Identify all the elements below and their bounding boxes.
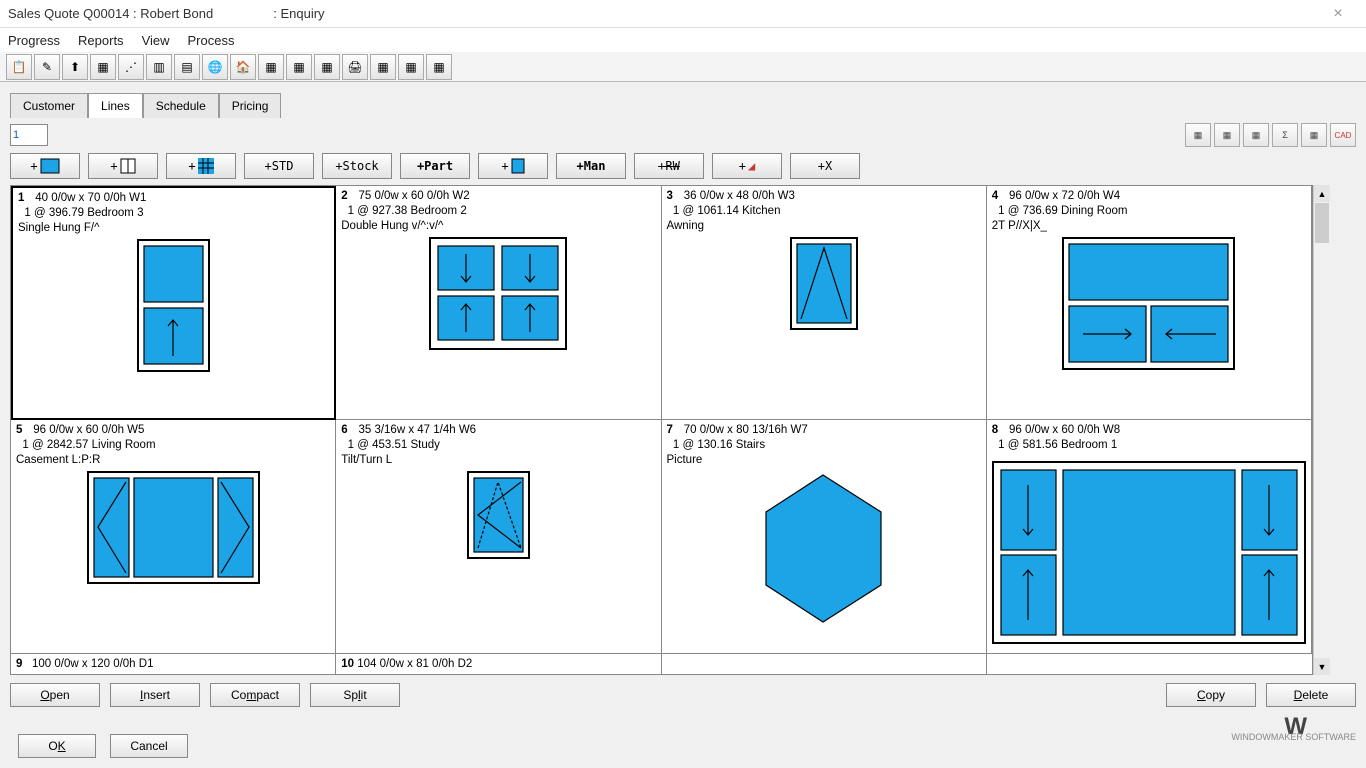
view-icon-5[interactable]: ▦	[1301, 123, 1327, 147]
menu-progress[interactable]: Progress	[8, 33, 60, 48]
line-cell-3[interactable]: 3 36 0/0w x 48 0/0h W3 1 @ 1061.14 Kitch…	[662, 186, 987, 420]
view-icon-1[interactable]: ▦	[1185, 123, 1211, 147]
add-part[interactable]: +Part	[400, 153, 470, 179]
line-cell-5[interactable]: 5 96 0/0w x 60 0/0h W5 1 @ 2842.57 Livin…	[11, 420, 336, 654]
title-right: : Enquiry	[273, 6, 324, 21]
toolbar-btn-8[interactable]: 🌐	[202, 54, 228, 80]
add-rw[interactable]: +RW	[634, 153, 704, 179]
line-number-input[interactable]	[10, 124, 48, 146]
tabs: Customer Lines Schedule Pricing	[10, 92, 1356, 117]
add-design-2[interactable]: +	[88, 153, 158, 179]
view-icon-2[interactable]: ▦	[1214, 123, 1240, 147]
view-icon-3[interactable]: ▦	[1243, 123, 1269, 147]
line-cell-7[interactable]: 7 70 0/0w x 80 13/16h W7 1 @ 130.16 Stai…	[662, 420, 987, 654]
view-icons: ▦ ▦ ▦ Σ ▦ CAD	[1185, 123, 1356, 147]
toolbar-btn-3[interactable]: ⬆	[62, 54, 88, 80]
line-cell-empty-2	[987, 654, 1312, 674]
insert-button[interactable]: Insert	[110, 683, 200, 707]
toolbar-btn-5[interactable]: ⋰	[118, 54, 144, 80]
line-cell-2[interactable]: 2 75 0/0w x 60 0/0h W2 1 @ 927.38 Bedroo…	[336, 186, 661, 420]
toolbar-btn-2[interactable]: ✎	[34, 54, 60, 80]
menubar: Progress Reports View Process	[0, 28, 1366, 52]
toolbar-btn-9[interactable]: 🏠	[230, 54, 256, 80]
copy-button[interactable]: Copy	[1166, 683, 1256, 707]
tab-lines[interactable]: Lines	[88, 93, 143, 118]
add-stock[interactable]: +Stock	[322, 153, 392, 179]
add-design-3[interactable]: +	[478, 153, 548, 179]
lines-grid: 1 40 0/0w x 70 0/0h W1 1 @ 396.79 Bedroo…	[10, 185, 1313, 675]
open-button[interactable]: Open	[10, 683, 100, 707]
menu-view[interactable]: View	[142, 33, 170, 48]
toolbar-btn-4[interactable]: ▦	[90, 54, 116, 80]
toolbar-btn-11[interactable]: ▦	[286, 54, 312, 80]
add-flag[interactable]: + ◢	[712, 153, 782, 179]
tab-pricing[interactable]: Pricing	[219, 93, 282, 118]
toolbar-btn-1[interactable]: 📋	[6, 54, 32, 80]
delete-button[interactable]: Delete	[1266, 683, 1356, 707]
scroll-thumb[interactable]	[1315, 203, 1329, 243]
compact-button[interactable]: Compact	[210, 683, 300, 707]
toolbar-btn-12[interactable]: ▦	[314, 54, 340, 80]
close-icon[interactable]: ×	[1318, 5, 1358, 23]
cancel-button[interactable]: Cancel	[110, 734, 188, 758]
line-cell-empty-1	[662, 654, 987, 674]
title-left: Sales Quote Q00014 : Robert Bond	[8, 6, 213, 21]
vertical-scrollbar[interactable]: ▲ ▼	[1313, 185, 1330, 675]
toolbar-btn-14[interactable]: ▦	[370, 54, 396, 80]
toolbar-btn-15[interactable]: ▦	[398, 54, 424, 80]
ok-button[interactable]: OK	[18, 734, 96, 758]
add-row: + + + +STD +Stock +Part + +Man +RW + ◢ +…	[10, 153, 1356, 179]
view-icon-sigma[interactable]: Σ	[1272, 123, 1298, 147]
toolbar-btn-16[interactable]: ▦	[426, 54, 452, 80]
add-grid[interactable]: +	[166, 153, 236, 179]
view-icon-cad[interactable]: CAD	[1330, 123, 1356, 147]
line-cell-6[interactable]: 6 35 3/16w x 47 1/4h W6 1 @ 453.51 Study…	[336, 420, 661, 654]
action-buttons: Open Insert Compact Split Copy Delete	[10, 683, 1356, 707]
line-cell-4[interactable]: 4 96 0/0w x 72 0/0h W4 1 @ 736.69 Dining…	[987, 186, 1312, 420]
add-std[interactable]: +STD	[244, 153, 314, 179]
tab-schedule[interactable]: Schedule	[143, 93, 219, 118]
dialog-buttons: OK Cancel	[18, 734, 188, 758]
titlebar: Sales Quote Q00014 : Robert Bond : Enqui…	[0, 0, 1366, 28]
add-design-1[interactable]: +	[10, 153, 80, 179]
menu-process[interactable]: Process	[188, 33, 235, 48]
toolbar-btn-13[interactable]: 🖨	[342, 54, 368, 80]
add-man[interactable]: +Man	[556, 153, 626, 179]
scroll-up-icon[interactable]: ▲	[1314, 185, 1330, 202]
line-cell-8[interactable]: 8 96 0/0w x 60 0/0h W8 1 @ 581.56 Bedroo…	[987, 420, 1312, 654]
scroll-down-icon[interactable]: ▼	[1314, 658, 1330, 675]
add-x[interactable]: +X	[790, 153, 860, 179]
toolbar-btn-10[interactable]: ▦	[258, 54, 284, 80]
tab-customer[interactable]: Customer	[10, 93, 88, 118]
menu-reports[interactable]: Reports	[78, 33, 124, 48]
toolbar-btn-7[interactable]: ▤	[174, 54, 200, 80]
vendor-logo: W WINDOWMAKER SOFTWARE	[1231, 722, 1356, 742]
line-cell-1[interactable]: 1 40 0/0w x 70 0/0h W1 1 @ 396.79 Bedroo…	[11, 186, 336, 420]
split-button[interactable]: Split	[310, 683, 400, 707]
line-cell-9[interactable]: 9 100 0/0w x 120 0/0h D1	[11, 654, 336, 674]
toolbar-btn-6[interactable]: ▥	[146, 54, 172, 80]
line-cell-10[interactable]: 10 104 0/0w x 81 0/0h D2	[336, 654, 661, 674]
toolbar: 📋 ✎ ⬆ ▦ ⋰ ▥ ▤ 🌐 🏠 ▦ ▦ ▦ 🖨 ▦ ▦ ▦	[0, 52, 1366, 82]
